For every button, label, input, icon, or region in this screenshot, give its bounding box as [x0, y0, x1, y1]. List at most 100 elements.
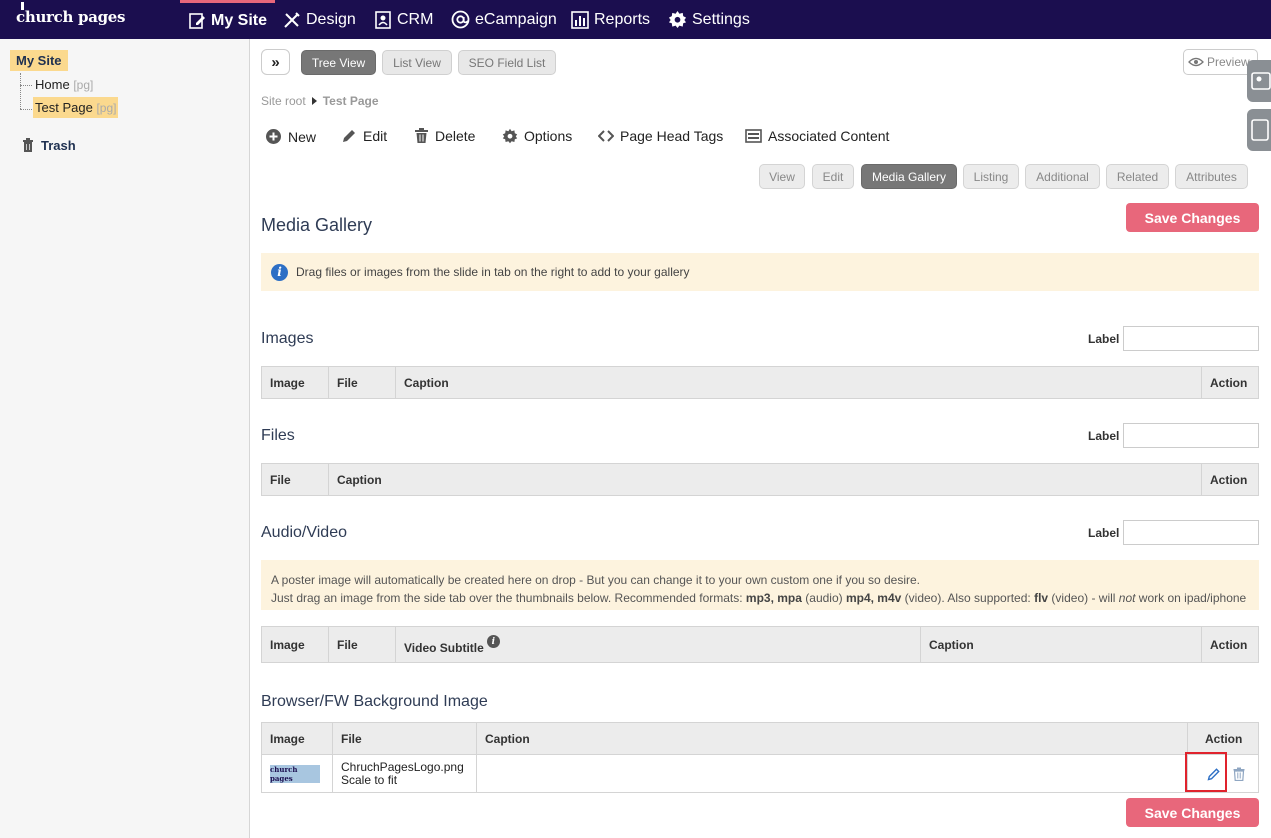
tab-related[interactable]: Related: [1106, 164, 1169, 189]
column-header: Action: [1205, 731, 1243, 746]
tree-item-label: Test Page: [35, 100, 93, 115]
main-content: » Tree View List View SEO Field List Pre…: [251, 39, 1271, 838]
tree-connector: [20, 85, 32, 86]
trash-icon: [415, 128, 428, 143]
save-changes-button-bottom[interactable]: Save Changes: [1126, 798, 1259, 827]
action-label: Edit: [363, 128, 388, 144]
tab-listing[interactable]: Listing: [963, 164, 1019, 189]
nav-label: Reports: [594, 10, 651, 28]
note-text: work on ipad/iphone: [1135, 591, 1247, 605]
page-type-tag: [pg]: [73, 78, 94, 92]
tree-view-button[interactable]: Tree View: [301, 50, 376, 75]
tree-item-trash[interactable]: Trash: [22, 138, 76, 153]
images-label-input[interactable]: [1123, 326, 1259, 351]
table-header: File Caption Action: [262, 464, 1258, 495]
column-header: File: [329, 367, 396, 398]
scale-mode: Scale to fit: [341, 772, 398, 787]
tree-root-my-site[interactable]: My Site: [10, 50, 68, 71]
nav-crm[interactable]: CRM: [374, 0, 433, 39]
files-label-caption: Label: [1088, 429, 1120, 443]
audio-video-label-caption: Label: [1088, 526, 1120, 540]
code-brackets-icon: [598, 130, 614, 142]
column-header: Action: [1210, 375, 1248, 390]
action-label: Page Head Tags: [620, 128, 724, 144]
eye-icon: [1188, 57, 1204, 67]
nav-label: Design: [306, 10, 356, 28]
tab-view[interactable]: View: [759, 164, 805, 189]
note-format: mp4, m4v: [845, 591, 902, 605]
column-header: File: [329, 627, 396, 662]
tree-item-test-page[interactable]: Test Page [pg]: [33, 97, 119, 118]
logo-text: church pages: [16, 8, 126, 26]
breadcrumb: Site root Test Page: [261, 94, 379, 108]
preview-label: Preview: [1207, 55, 1250, 69]
files-slide-tab[interactable]: [1247, 109, 1271, 151]
column-header: Image: [262, 627, 329, 662]
column-header: Image: [262, 723, 333, 754]
page-title: Media Gallery: [261, 215, 373, 235]
trash-can-icon: [23, 138, 33, 152]
breadcrumb-root[interactable]: Site root: [261, 94, 306, 108]
note-text: (video). Also supported:: [901, 591, 1035, 605]
tree-connector: [20, 109, 32, 110]
images-table: Image File Caption Action: [261, 366, 1259, 399]
pencil-icon: [343, 130, 355, 142]
tab-additional[interactable]: Additional: [1025, 164, 1100, 189]
audio-video-label-input[interactable]: [1123, 520, 1259, 545]
nav-label: eCampaign: [475, 10, 557, 28]
table-header: Image File Caption Action: [262, 367, 1258, 398]
edit-page-button[interactable]: Edit: [341, 128, 387, 144]
column-header-video-subtitle: Video Subtitle i: [396, 627, 921, 662]
nav-ecampaign[interactable]: eCampaign: [451, 0, 557, 39]
church-pages-logo[interactable]: church pages: [16, 2, 126, 26]
files-table: File Caption Action: [261, 463, 1259, 496]
action-label: Delete: [435, 128, 476, 144]
tree-connector: [20, 73, 21, 109]
tab-edit[interactable]: Edit: [812, 164, 854, 189]
caption-cell[interactable]: [477, 755, 1188, 792]
tree-item-label: Home: [35, 77, 70, 92]
site-tree-sidebar: My Site Home [pg] Test Page [pg] Trash: [0, 39, 250, 838]
note-line-2: Just drag an image from the side tab ove…: [271, 589, 1249, 607]
nav-my-site[interactable]: My Site: [180, 0, 276, 39]
info-icon: i: [271, 263, 288, 281]
edit-action-highlight: [1185, 752, 1227, 792]
breadcrumb-separator-icon: [311, 97, 317, 105]
save-changes-button[interactable]: Save Changes: [1126, 203, 1259, 232]
list-view-button[interactable]: List View: [382, 50, 452, 75]
nav-label: CRM: [397, 10, 434, 28]
nav-label: My Site: [211, 12, 268, 29]
files-label-input[interactable]: [1123, 423, 1259, 448]
column-header: Action: [1210, 637, 1248, 652]
tab-attributes[interactable]: Attributes: [1175, 164, 1248, 189]
bar-chart-icon: [571, 10, 589, 29]
associated-content-button[interactable]: Associated Content: [745, 128, 889, 144]
background-image-section-title: Browser/FW Background Image: [261, 693, 488, 710]
nav-design[interactable]: Design: [283, 0, 356, 39]
column-header: Caption: [477, 723, 1188, 754]
options-button[interactable]: Options: [502, 128, 572, 144]
gear-icon: [668, 10, 687, 29]
image-thumbnail[interactable]: church pages: [270, 764, 320, 783]
content-list-icon: [745, 129, 762, 143]
page-head-tags-button[interactable]: Page Head Tags: [598, 128, 723, 144]
tab-media-gallery[interactable]: Media Gallery: [861, 164, 957, 189]
expand-sidebar-button[interactable]: »: [261, 49, 290, 75]
trash-icon[interactable]: [1233, 767, 1245, 781]
page-type-tag: [pg]: [96, 101, 117, 115]
new-page-button[interactable]: New: [265, 128, 316, 145]
note-format: flv: [1034, 591, 1049, 605]
seo-field-list-button[interactable]: SEO Field List: [458, 50, 556, 75]
tree-item-home[interactable]: Home [pg]: [33, 74, 95, 95]
gear-icon: [502, 128, 518, 144]
table-row: church pages ChruchPagesLogo.png Scale t…: [262, 754, 1258, 792]
files-section-title: Files: [261, 427, 295, 444]
nav-reports[interactable]: Reports: [571, 0, 650, 39]
nav-settings[interactable]: Settings: [668, 0, 750, 39]
info-icon[interactable]: i: [486, 635, 500, 648]
delete-page-button[interactable]: Delete: [414, 128, 475, 144]
note-text: (audio): [801, 591, 846, 605]
column-header: Action: [1210, 472, 1248, 487]
table-header: Image File Video Subtitle i Caption Acti…: [262, 627, 1258, 662]
media-slide-tab[interactable]: [1247, 60, 1271, 102]
